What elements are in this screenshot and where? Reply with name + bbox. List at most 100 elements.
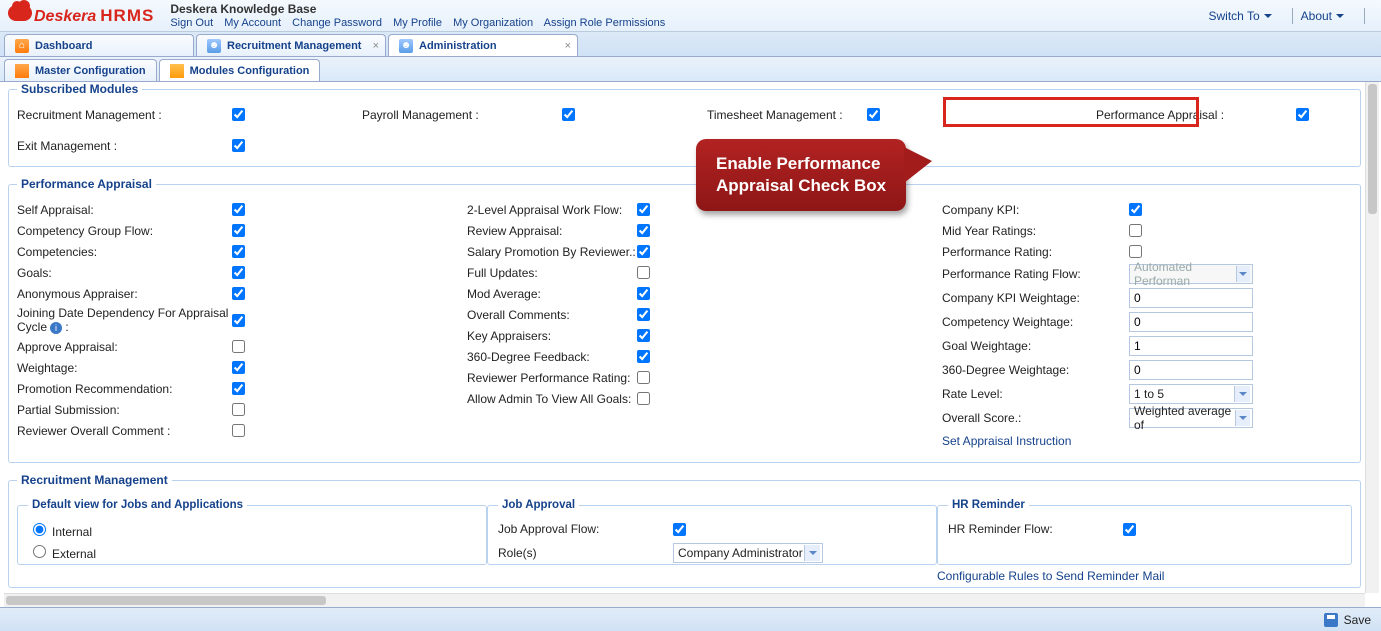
input-company-kpi-weightage[interactable] — [1129, 288, 1253, 308]
input-360-degree-weightage[interactable] — [1129, 360, 1253, 380]
chk-performance-rating[interactable] — [1129, 245, 1142, 258]
field-label: Review Appraisal: — [467, 224, 637, 238]
switch-to-menu[interactable]: Switch To — [1209, 9, 1272, 23]
chk-overall-comments[interactable] — [637, 308, 650, 321]
chk-salary-promotion-by-reviewer[interactable] — [637, 245, 650, 258]
info-icon[interactable]: i — [50, 322, 62, 334]
field-label: Performance Rating Flow: — [942, 267, 1129, 281]
radio-external[interactable] — [33, 545, 46, 558]
field-label: Partial Submission: — [17, 403, 232, 417]
checkbox-performance-appraisal[interactable] — [1296, 108, 1309, 121]
perf-col2: 2-Level Appraisal Work Flow: Review Appr… — [467, 199, 942, 452]
highlight-box-performance-appraisal — [943, 97, 1199, 127]
close-icon[interactable]: × — [565, 40, 571, 52]
app-header: Deskera HRMS Deskera Knowledge Base Sign… — [0, 0, 1381, 32]
chk-anonymous-appraiser[interactable] — [232, 287, 245, 300]
link-change-password[interactable]: Change Password — [292, 17, 382, 29]
save-button[interactable]: Save — [1344, 613, 1371, 627]
chk-competencies[interactable] — [232, 245, 245, 258]
field-label: Reviewer Overall Comment : — [17, 424, 232, 438]
field-label: Competencies: — [17, 245, 232, 259]
link-my-profile[interactable]: My Profile — [393, 17, 442, 29]
radio-internal-wrap[interactable]: Internal — [28, 520, 476, 539]
chk-review-appraisal[interactable] — [637, 224, 650, 237]
chk-promotion-recommendation[interactable] — [232, 382, 245, 395]
tab-administration[interactable]: ☻ Administration × — [388, 34, 578, 56]
panel-legend: Recruitment Management — [17, 473, 172, 487]
link-set-appraisal-instruction[interactable]: Set Appraisal Instruction — [942, 434, 1071, 448]
chk-weightage[interactable] — [232, 361, 245, 374]
checkbox-recruitment-management[interactable] — [232, 108, 245, 121]
select-roles[interactable]: Company Administrator — [673, 543, 823, 563]
chevron-down-icon — [1235, 410, 1250, 426]
checkbox-timesheet-management[interactable] — [867, 108, 880, 121]
separator — [1364, 8, 1365, 24]
chk-reviewer-performance-rating[interactable] — [637, 371, 650, 384]
chevron-down-icon — [804, 545, 820, 561]
subscribed-row2: Exit Management : — [17, 135, 1352, 156]
radio-external-wrap[interactable]: External — [28, 542, 476, 561]
field-label: Mid Year Ratings: — [942, 224, 1129, 238]
content: Subscribed Modules Recruitment Managemen… — [4, 82, 1365, 593]
link-sign-out[interactable]: Sign Out — [170, 17, 213, 29]
tab-recruitment-management[interactable]: ☻ Recruitment Management × — [196, 34, 386, 56]
select-overall-score[interactable]: Weighted average of — [1129, 408, 1253, 428]
chk-allow-admin-view-all-goals[interactable] — [637, 392, 650, 405]
switch-to-label: Switch To — [1209, 9, 1260, 23]
chk-reviewer-overall-comment[interactable] — [232, 424, 245, 437]
horizontal-scrollbar[interactable] — [4, 593, 1365, 607]
link-assign-role-permissions[interactable]: Assign Role Permissions — [544, 17, 666, 29]
chk-company-kpi[interactable] — [1129, 203, 1142, 216]
radio-label: Internal — [52, 525, 92, 539]
tab-modules-configuration[interactable]: Modules Configuration — [159, 59, 321, 81]
chk-full-updates[interactable] — [637, 266, 650, 279]
select-value: Weighted average of — [1134, 404, 1235, 432]
close-icon[interactable]: × — [373, 40, 379, 52]
panel-legend: Default view for Jobs and Applications — [28, 499, 247, 511]
chk-job-approval-flow[interactable] — [673, 523, 686, 536]
chk-2level-appraisal-workflow[interactable] — [637, 203, 650, 216]
vertical-scrollbar[interactable] — [1365, 82, 1379, 593]
field-label: Exit Management : — [17, 139, 232, 153]
chk-hr-reminder-flow[interactable] — [1123, 523, 1136, 536]
link-my-organization[interactable]: My Organization — [453, 17, 533, 29]
select-performance-rating-flow: Automated Performan — [1129, 264, 1253, 284]
callout-pointer-icon — [904, 147, 932, 183]
label-text: Joining Date Dependency For Appraisal Cy… — [17, 306, 228, 334]
field-label: Recruitment Management : — [17, 108, 232, 122]
panel-legend: Job Approval — [498, 499, 579, 511]
checkbox-exit-management[interactable] — [232, 139, 245, 152]
about-menu[interactable]: About — [1301, 9, 1344, 23]
field-label: Rate Level: — [942, 387, 1129, 401]
tab-master-configuration[interactable]: Master Configuration — [4, 59, 157, 81]
radio-group-default-view: Internal External — [28, 520, 476, 561]
checkbox-payroll-management[interactable] — [562, 108, 575, 121]
field-label: Reviewer Performance Rating: — [467, 371, 637, 385]
link-configurable-rules[interactable]: Configurable Rules to Send Reminder Mail — [937, 569, 1164, 583]
link-my-account[interactable]: My Account — [224, 17, 281, 29]
chk-partial-submission[interactable] — [232, 403, 245, 416]
select-value: Automated Performan — [1134, 260, 1236, 288]
dashboard-icon: ⌂ — [15, 39, 29, 53]
chk-key-appraisers[interactable] — [637, 329, 650, 342]
chevron-down-icon — [1336, 14, 1344, 18]
chk-self-appraisal[interactable] — [232, 203, 245, 216]
chk-mod-average[interactable] — [637, 287, 650, 300]
chk-mid-year-ratings[interactable] — [1129, 224, 1142, 237]
field-label: Performance Rating: — [942, 245, 1129, 259]
select-rate-level[interactable]: 1 to 5 — [1129, 384, 1253, 404]
cloud-icon — [8, 5, 32, 21]
chk-goals[interactable] — [232, 266, 245, 279]
chk-approve-appraisal[interactable] — [232, 340, 245, 353]
about-label: About — [1301, 9, 1332, 23]
tab-label: Dashboard — [35, 40, 92, 52]
input-competency-weightage[interactable] — [1129, 312, 1253, 332]
tab-dashboard[interactable]: ⌂ Dashboard — [4, 34, 194, 56]
radio-internal[interactable] — [33, 523, 46, 536]
input-goal-weightage[interactable] — [1129, 336, 1253, 356]
chk-competency-group-flow[interactable] — [232, 224, 245, 237]
scrollbar-thumb[interactable] — [1368, 84, 1377, 214]
chk-joining-date-dependency[interactable] — [232, 314, 245, 327]
chk-360-degree-feedback[interactable] — [637, 350, 650, 363]
scrollbar-thumb[interactable] — [6, 596, 326, 605]
